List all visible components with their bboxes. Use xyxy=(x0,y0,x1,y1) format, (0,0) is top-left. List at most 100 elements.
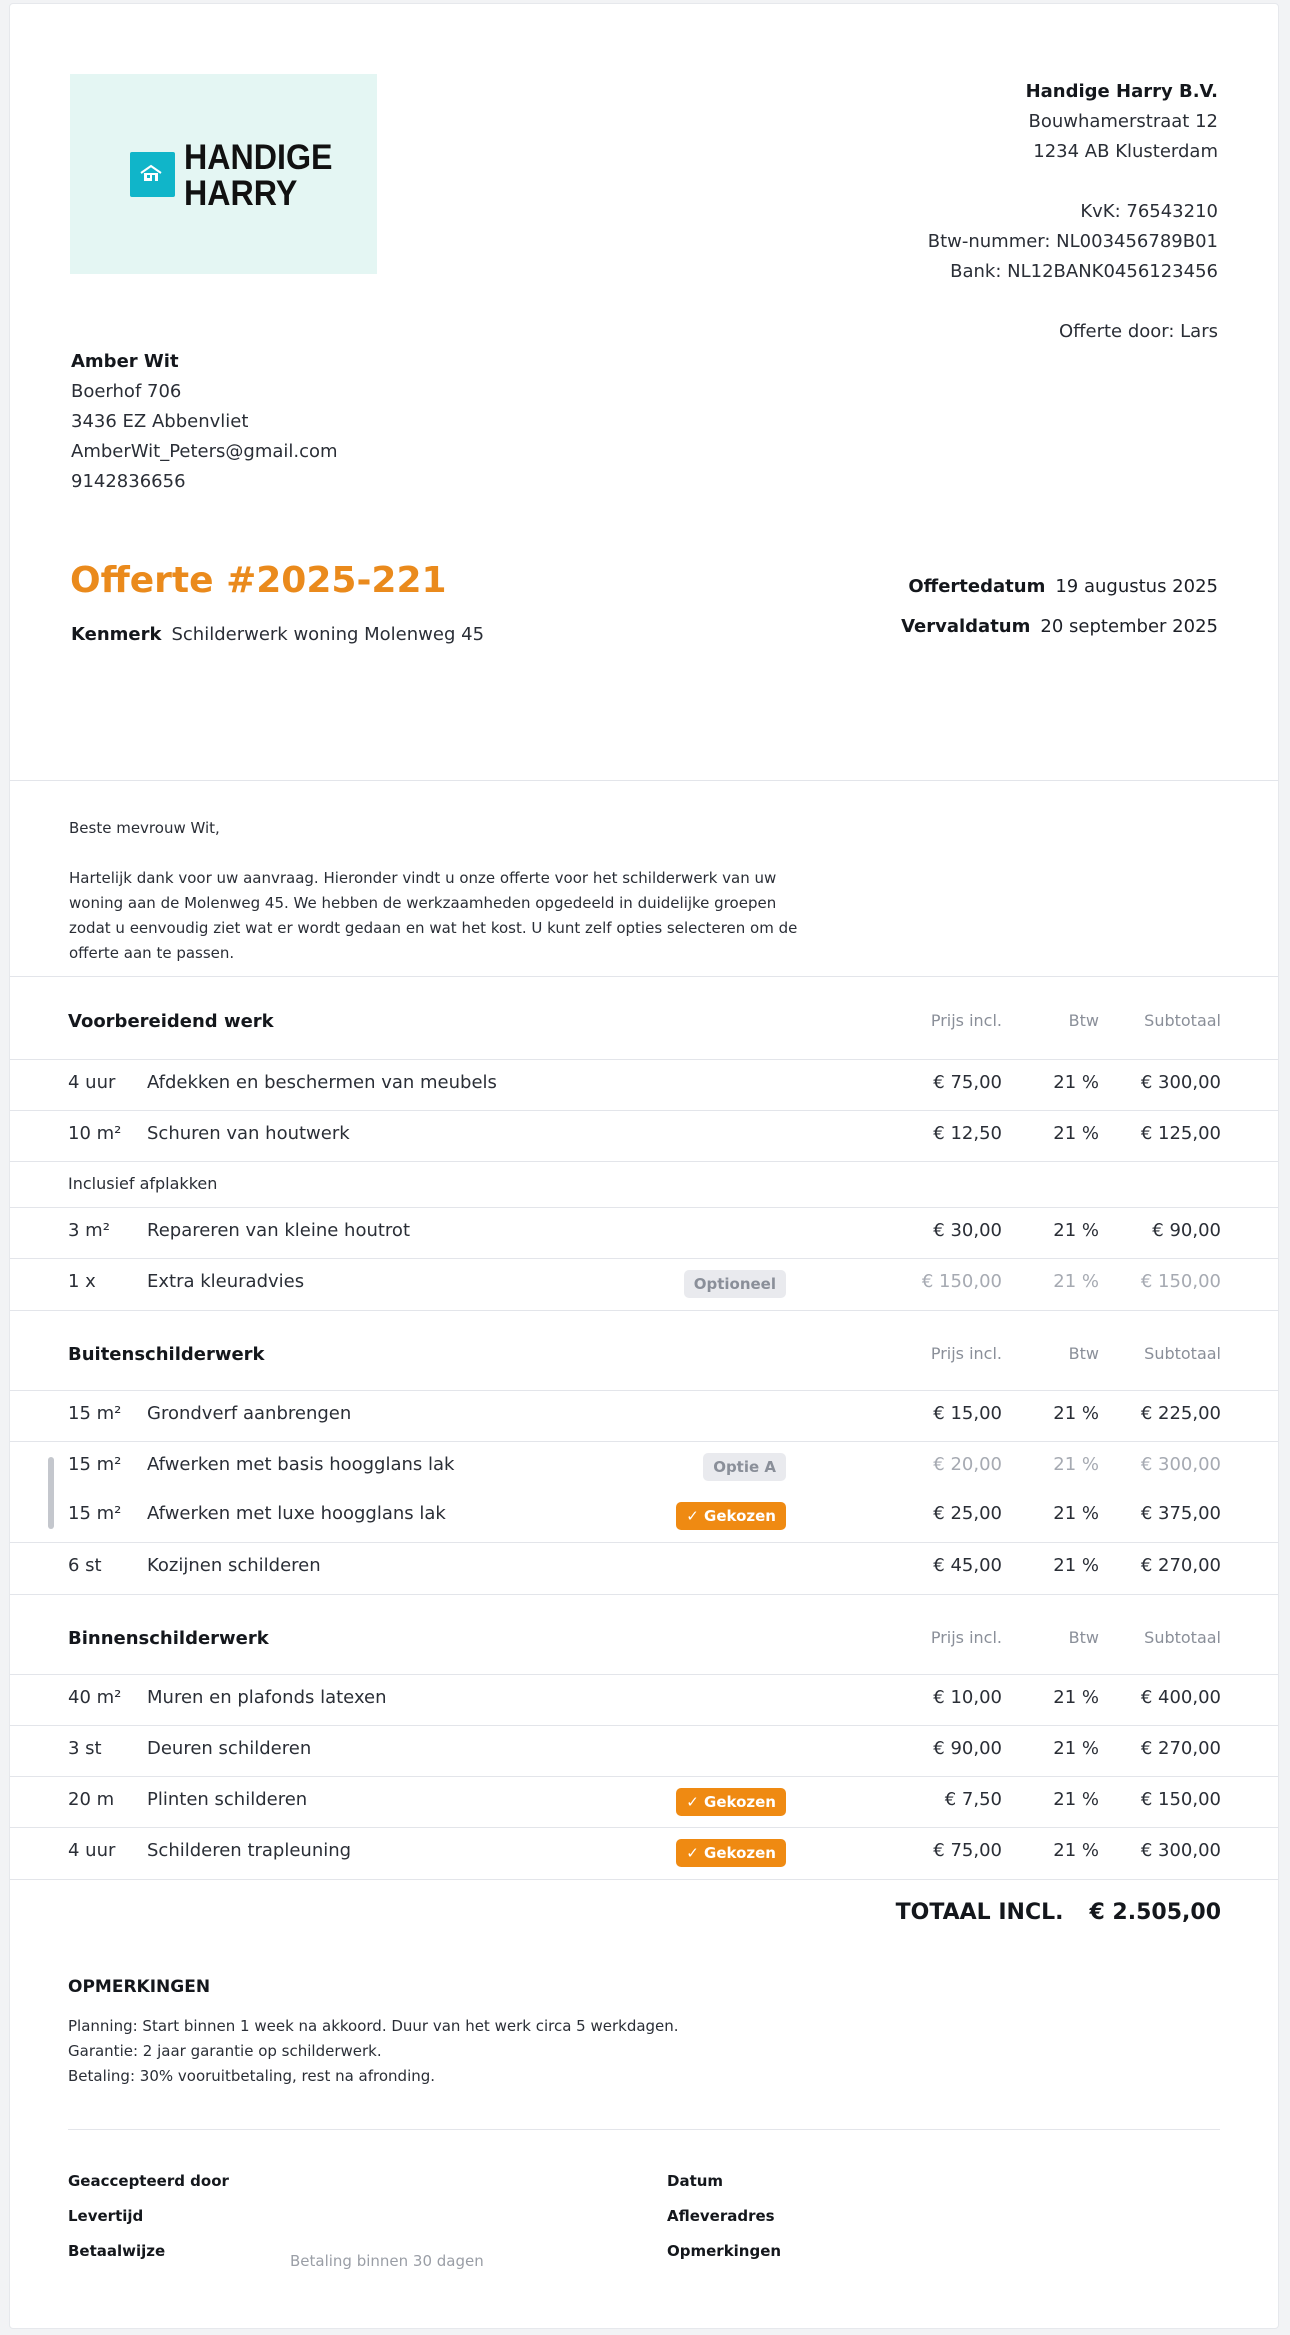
row-note-text: Inclusief afplakken xyxy=(68,1174,218,1193)
table-row-option[interactable]: 15 m² Afwerken met luxe hoogglans lak ✓ … xyxy=(10,1492,1278,1543)
section-header: Buitenschilderwerk Prijs incl. Btw Subto… xyxy=(10,1311,1278,1391)
row-price: € 7,50 xyxy=(944,1789,1002,1810)
table-row: 3 m² Repareren van kleine houtrot € 30,0… xyxy=(10,1208,1278,1259)
date-label: Datum xyxy=(667,2172,724,2190)
remark-line: Planning: Start binnen 1 week na akkoord… xyxy=(68,2017,679,2035)
row-vat: 21 % xyxy=(1053,1687,1099,1708)
row-price: € 12,50 xyxy=(933,1123,1002,1144)
row-vat: 21 % xyxy=(1053,1403,1099,1424)
row-description: Kozijnen schilderen xyxy=(147,1555,321,1576)
remarks-title: OPMERKINGEN xyxy=(68,1977,211,1997)
row-vat: 21 % xyxy=(1053,1220,1099,1241)
quote-author: Offerte door: Lars xyxy=(1058,321,1218,342)
row-description: Schuren van houtwerk xyxy=(147,1123,350,1144)
table-row: 6 st Kozijnen schilderen € 45,00 21 % € … xyxy=(10,1543,1278,1595)
row-subtotal: € 300,00 xyxy=(1140,1072,1221,1093)
column-subtotal: Subtotaal xyxy=(1144,1344,1221,1363)
row-subtotal: € 300,00 xyxy=(1140,1454,1221,1475)
row-description: Deuren schilderen xyxy=(147,1738,312,1759)
chosen-badge[interactable]: ✓ Gekozen xyxy=(676,1839,786,1867)
row-quantity: 1 x xyxy=(68,1271,96,1292)
option-group-handle[interactable] xyxy=(48,1457,54,1529)
row-subtotal: € 125,00 xyxy=(1140,1123,1221,1144)
row-subtotal: € 375,00 xyxy=(1140,1503,1221,1524)
row-quantity: 4 uur xyxy=(68,1840,116,1861)
chosen-badge[interactable]: ✓ Gekozen xyxy=(676,1502,786,1530)
company-city: 1234 AB Klusterdam xyxy=(1033,141,1218,162)
table-row-optional[interactable]: 1 x Extra kleuradvies Optioneel € 150,00… xyxy=(10,1259,1278,1311)
column-vat: Btw xyxy=(1068,1344,1099,1363)
row-price: € 75,00 xyxy=(933,1840,1002,1861)
optional-badge[interactable]: Optioneel xyxy=(683,1270,786,1298)
client-email: AmberWit_Peters@gmail.com xyxy=(71,441,338,462)
row-subtotal: € 150,00 xyxy=(1140,1271,1221,1292)
table-row: 15 m² Grondverf aanbrengen € 15,00 21 % … xyxy=(10,1391,1278,1442)
client-city: 3436 EZ Abbenvliet xyxy=(71,411,249,432)
quote-dates: Offertedatum 19 augustus 2025 Vervaldatum… xyxy=(901,567,1218,647)
row-description: Afwerken met luxe hoogglans lak xyxy=(147,1503,446,1524)
column-price: Prijs incl. xyxy=(930,1344,1002,1363)
row-quantity: 20 m xyxy=(68,1789,115,1810)
house-icon xyxy=(130,152,175,197)
client-name: Amber Wit xyxy=(71,351,179,372)
row-subtotal: € 150,00 xyxy=(1140,1789,1221,1810)
row-description: Afwerken met basis hoogglans lak xyxy=(147,1454,455,1475)
row-vat: 21 % xyxy=(1053,1454,1099,1475)
row-quantity: 10 m² xyxy=(68,1123,122,1144)
row-subtotal: € 400,00 xyxy=(1140,1687,1221,1708)
row-description: Repareren van kleine houtrot xyxy=(147,1220,410,1241)
row-vat: 21 % xyxy=(1053,1072,1099,1093)
row-description: Extra kleuradvies xyxy=(147,1271,305,1292)
column-subtotal: Subtotaal xyxy=(1144,1628,1221,1647)
table-row: 3 st Deuren schilderen € 90,00 21 % € 27… xyxy=(10,1726,1278,1777)
total: TOTAAL INCL. € 2.505,00 xyxy=(896,1900,1221,1925)
section-title: Binnenschilderwerk xyxy=(68,1628,269,1649)
divider xyxy=(10,780,1278,781)
chosen-badge[interactable]: ✓ Gekozen xyxy=(676,1788,786,1816)
reference-label: Kenmerk xyxy=(71,624,162,645)
quote-reference: Kenmerk Schilderwerk woning Molenweg 45 xyxy=(71,624,484,645)
row-description: Grondverf aanbrengen xyxy=(147,1403,352,1424)
table-row-option[interactable]: 20 m Plinten schilderen ✓ Gekozen € 7,50… xyxy=(10,1777,1278,1828)
column-subtotal: Subtotaal xyxy=(1144,1011,1221,1030)
row-subtotal: € 300,00 xyxy=(1140,1840,1221,1861)
row-vat: 21 % xyxy=(1053,1503,1099,1524)
row-quantity: 15 m² xyxy=(68,1503,122,1524)
option-badge[interactable]: Optie A xyxy=(703,1453,786,1481)
row-price: € 20,00 xyxy=(933,1454,1002,1475)
table-row: 40 m² Muren en plafonds latexen € 10,00 … xyxy=(10,1675,1278,1726)
client-street: Boerhof 706 xyxy=(71,381,182,402)
intro-body: Hartelijk dank voor uw aanvraag. Hierond… xyxy=(69,869,798,962)
quote-document: HANDIGE HARRY Handige Harry B.V. Bouwham… xyxy=(9,3,1279,2329)
row-vat: 21 % xyxy=(1053,1271,1099,1292)
row-subtotal: € 225,00 xyxy=(1140,1403,1221,1424)
client-info: Amber Wit Boerhof 706 3436 EZ Abbenvliet… xyxy=(71,347,338,497)
delivery-address-label: Afleveradres xyxy=(667,2207,775,2225)
row-vat: 21 % xyxy=(1053,1738,1099,1759)
total-value: € 2.505,00 xyxy=(1089,1900,1221,1925)
section-header: Voorbereidend werk Prijs incl. Btw Subto… xyxy=(10,977,1278,1060)
table-row-option[interactable]: 15 m² Afwerken met basis hoogglans lak O… xyxy=(10,1442,1278,1492)
logo-text-line2: HARRY xyxy=(184,174,298,213)
row-subtotal: € 270,00 xyxy=(1140,1555,1221,1576)
row-description: Muren en plafonds latexen xyxy=(147,1687,387,1708)
quote-date-value: 19 augustus 2025 xyxy=(1055,576,1218,597)
company-street: Bouwhamerstraat 12 xyxy=(1028,111,1218,132)
intro-text: Beste mevrouw Wit, Hartelijk dank voor u… xyxy=(69,816,809,966)
logo-text-line1: HANDIGE xyxy=(184,138,333,177)
row-vat: 21 % xyxy=(1053,1840,1099,1861)
row-subtotal: € 90,00 xyxy=(1152,1220,1221,1241)
table-row: 4 uur Afdekken en beschermen van meubels… xyxy=(10,1060,1278,1111)
row-description: Afdekken en beschermen van meubels xyxy=(147,1072,497,1093)
row-quantity: 4 uur xyxy=(68,1072,116,1093)
due-date-value: 20 september 2025 xyxy=(1040,616,1218,637)
row-vat: 21 % xyxy=(1053,1123,1099,1144)
row-quantity: 15 m² xyxy=(68,1403,122,1424)
delivery-time-label: Levertijd xyxy=(68,2207,144,2225)
row-quantity: 3 st xyxy=(68,1738,102,1759)
remark-line: Garantie: 2 jaar garantie op schilderwer… xyxy=(68,2042,382,2060)
row-description: Plinten schilderen xyxy=(147,1789,308,1810)
greeting: Beste mevrouw Wit, xyxy=(69,819,220,837)
due-date-label: Vervaldatum xyxy=(901,616,1031,637)
table-row-option[interactable]: 4 uur Schilderen trapleuning ✓ Gekozen €… xyxy=(10,1828,1278,1880)
